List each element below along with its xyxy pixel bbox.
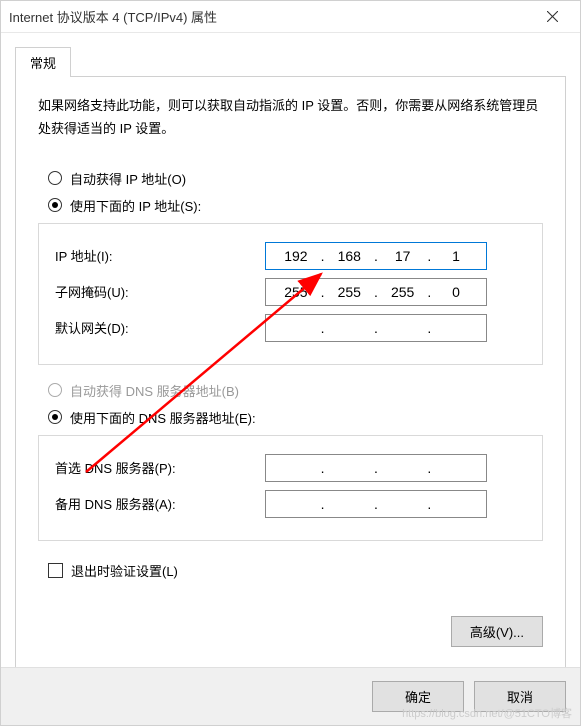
advanced-button[interactable]: 高级(V)... bbox=[451, 616, 543, 647]
cancel-button[interactable]: 取消 bbox=[474, 681, 566, 712]
preferred-dns-input[interactable]: . . . bbox=[265, 454, 487, 482]
subnet-label: 子网掩码(U): bbox=[55, 282, 265, 301]
gateway-label: 默认网关(D): bbox=[55, 318, 265, 337]
dns-field-group: 首选 DNS 服务器(P): . . . 备用 DNS 服务器(A): . . bbox=[38, 435, 543, 541]
ip-octet-2[interactable]: 168 bbox=[330, 248, 368, 264]
ip-address-input[interactable]: 192. 168. 17. 1 bbox=[265, 242, 487, 270]
ok-button[interactable]: 确定 bbox=[372, 681, 464, 712]
subnet-octet-2[interactable]: 255 bbox=[330, 284, 368, 300]
radio-icon bbox=[48, 171, 62, 185]
ip-address-label: IP 地址(I): bbox=[55, 246, 265, 265]
radio-icon bbox=[48, 410, 62, 424]
alternate-dns-input[interactable]: . . . bbox=[265, 490, 487, 518]
field-subnet: 子网掩码(U): 255. 255. 255. 0 bbox=[55, 278, 526, 306]
description-text: 如果网络支持此功能，则可以获取自动指派的 IP 设置。否则，你需要从网络系统管理… bbox=[38, 95, 543, 141]
titlebar: Internet 协议版本 4 (TCP/IPv4) 属性 bbox=[1, 1, 580, 33]
alternate-dns-label: 备用 DNS 服务器(A): bbox=[55, 494, 265, 513]
window-title: Internet 协议版本 4 (TCP/IPv4) 属性 bbox=[9, 7, 532, 26]
radio-manual-ip-label: 使用下面的 IP 地址(S): bbox=[70, 196, 201, 215]
preferred-dns-label: 首选 DNS 服务器(P): bbox=[55, 458, 265, 477]
tab-general[interactable]: 常规 bbox=[15, 47, 71, 77]
radio-icon bbox=[48, 383, 62, 397]
ip-octet-3[interactable]: 17 bbox=[384, 248, 422, 264]
radio-manual-dns[interactable]: 使用下面的 DNS 服务器地址(E): bbox=[38, 408, 543, 427]
radio-auto-dns: 自动获得 DNS 服务器地址(B) bbox=[38, 381, 543, 400]
gateway-input[interactable]: . . . bbox=[265, 314, 487, 342]
checkbox-validate[interactable]: 退出时验证设置(L) bbox=[38, 561, 543, 580]
subnet-octet-4[interactable]: 0 bbox=[437, 284, 475, 300]
radio-auto-dns-label: 自动获得 DNS 服务器地址(B) bbox=[70, 381, 239, 400]
field-alternate-dns: 备用 DNS 服务器(A): . . . bbox=[55, 490, 526, 518]
radio-auto-ip[interactable]: 自动获得 IP 地址(O) bbox=[38, 169, 543, 188]
subnet-octet-1[interactable]: 255 bbox=[277, 284, 315, 300]
close-button[interactable] bbox=[532, 3, 572, 31]
ip-octet-1[interactable]: 192 bbox=[277, 248, 315, 264]
radio-manual-ip[interactable]: 使用下面的 IP 地址(S): bbox=[38, 196, 543, 215]
tab-container: 常规 如果网络支持此功能，则可以获取自动指派的 IP 设置。否则，你需要从网络系… bbox=[15, 47, 566, 667]
subnet-input[interactable]: 255. 255. 255. 0 bbox=[265, 278, 487, 306]
radio-auto-ip-label: 自动获得 IP 地址(O) bbox=[70, 169, 186, 188]
close-icon bbox=[547, 11, 558, 22]
tab-panel-general: 如果网络支持此功能，则可以获取自动指派的 IP 设置。否则，你需要从网络系统管理… bbox=[15, 76, 566, 668]
radio-manual-dns-label: 使用下面的 DNS 服务器地址(E): bbox=[70, 408, 256, 427]
ip-field-group: IP 地址(I): 192. 168. 17. 1 子网掩码(U): 255. … bbox=[38, 223, 543, 365]
checkbox-validate-label: 退出时验证设置(L) bbox=[71, 561, 178, 580]
field-preferred-dns: 首选 DNS 服务器(P): . . . bbox=[55, 454, 526, 482]
ip-octet-4[interactable]: 1 bbox=[437, 248, 475, 264]
subnet-octet-3[interactable]: 255 bbox=[384, 284, 422, 300]
tab-header: 常规 bbox=[15, 47, 566, 76]
dialog-footer: 确定 取消 bbox=[1, 667, 580, 725]
content-area: 常规 如果网络支持此功能，则可以获取自动指派的 IP 设置。否则，你需要从网络系… bbox=[1, 33, 580, 667]
field-ip-address: IP 地址(I): 192. 168. 17. 1 bbox=[55, 242, 526, 270]
checkbox-icon bbox=[48, 563, 63, 578]
radio-icon bbox=[48, 198, 62, 212]
dialog-window: Internet 协议版本 4 (TCP/IPv4) 属性 常规 如果网络支持此… bbox=[0, 0, 581, 726]
field-gateway: 默认网关(D): . . . bbox=[55, 314, 526, 342]
